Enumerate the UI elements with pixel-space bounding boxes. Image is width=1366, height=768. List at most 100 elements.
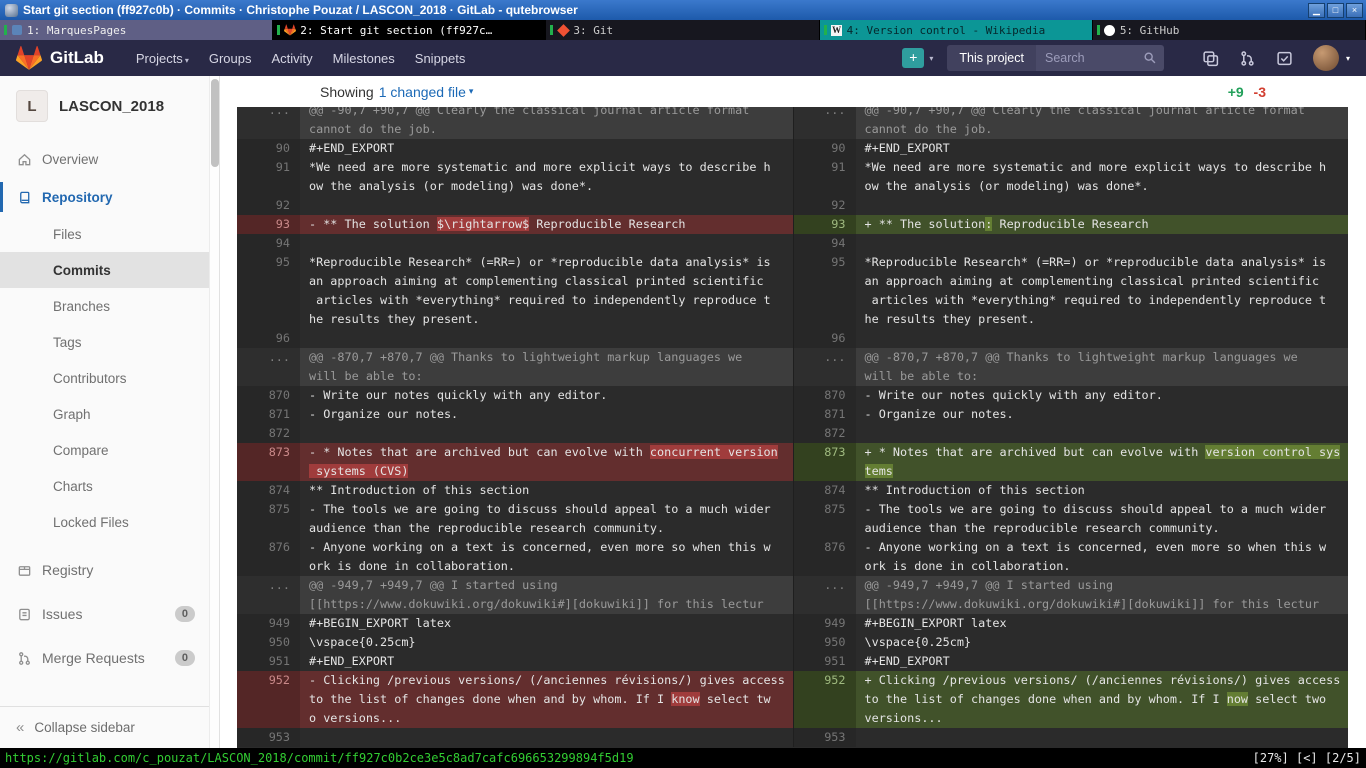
line-number-cell[interactable]: 871 (237, 405, 300, 424)
sidebar-item-files[interactable]: Files (0, 216, 219, 252)
line-number-cell[interactable]: 950 (793, 633, 856, 652)
sidebar-item-contributors[interactable]: Contributors (0, 360, 219, 396)
issues-dashboard-icon[interactable] (1202, 50, 1219, 67)
line-number-cell[interactable]: 951 (793, 652, 856, 671)
sidebar-item-merge-requests[interactable]: Merge Requests 0 (0, 636, 219, 680)
line-number-cell[interactable]: 872 (793, 424, 856, 443)
line-number-cell[interactable]: 94 (237, 234, 300, 253)
collapse-icon: « (16, 719, 24, 736)
line-number-cell[interactable]: 870 (793, 386, 856, 405)
line-number-cell[interactable]: 91 (237, 158, 300, 177)
code-line: articles with *everything* required to i… (300, 291, 793, 310)
line-number-cell[interactable]: 870 (237, 386, 300, 405)
maximize-button[interactable]: □ (1327, 3, 1344, 18)
line-number-cell[interactable]: 952 (793, 671, 856, 690)
line-number-cell[interactable]: 949 (793, 614, 856, 633)
line-number-cell[interactable]: 952 (237, 671, 300, 690)
tab-gitlab-commit[interactable]: 2: Start git section (ff927c… (273, 20, 546, 40)
gitlab-logo[interactable]: GitLab (16, 45, 104, 71)
diff-table: ...@@ -90,7 +90,7 @@ Clearly the classic… (237, 107, 1348, 747)
user-menu[interactable]: ▾ (1313, 45, 1350, 71)
sidebar-item-repository[interactable]: Repository (0, 178, 219, 216)
nav-groups[interactable]: Groups (199, 51, 262, 66)
code-line: audience than the reproducible research … (300, 519, 793, 538)
code-line: - Anyone working on a text is concerned,… (856, 538, 1349, 557)
sidebar-item-compare[interactable]: Compare (0, 432, 219, 468)
tab-github[interactable]: 5: GitHub (1093, 20, 1366, 40)
line-number-cell[interactable]: 875 (237, 500, 300, 519)
line-number-cell[interactable]: 876 (793, 538, 856, 557)
line-number-cell[interactable]: 951 (237, 652, 300, 671)
changed-files-dropdown[interactable]: 1 changed file (379, 84, 466, 100)
line-number-cell[interactable]: 92 (793, 196, 856, 215)
line-number-cell[interactable]: 873 (793, 443, 856, 462)
line-number-cell[interactable]: 872 (237, 424, 300, 443)
code-line: systems (CVS) (300, 462, 793, 481)
line-number-cell[interactable]: 953 (793, 728, 856, 747)
code-line: ow the analysis (or modeling) was done*. (300, 177, 793, 196)
code-line: @@ -90,7 +90,7 @@ Clearly the classical … (856, 107, 1349, 120)
tab-label: 3: Git (573, 24, 613, 37)
nav-snippets[interactable]: Snippets (405, 51, 476, 66)
merge-requests-icon[interactable] (1239, 50, 1256, 67)
minimize-button[interactable]: ▁ (1308, 3, 1325, 18)
line-number-cell[interactable]: 871 (793, 405, 856, 424)
todos-icon[interactable] (1276, 50, 1293, 67)
sidebar-scrollbar[interactable] (209, 76, 219, 748)
code-line: [[https://www.dokuwiki.org/dokuwiki#][do… (300, 595, 793, 614)
new-menu-button[interactable]: + ▾ (902, 48, 933, 68)
sidebar-item-commits[interactable]: Commits (0, 252, 219, 288)
line-number-cell[interactable]: 949 (237, 614, 300, 633)
line-number-cell[interactable]: 950 (237, 633, 300, 652)
sidebar-item-locked-files[interactable]: Locked Files (0, 504, 219, 540)
line-number-cell[interactable]: 90 (793, 139, 856, 158)
line-number-cell[interactable]: 96 (237, 329, 300, 348)
tab-git[interactable]: 3: Git (546, 20, 819, 40)
nav-projects[interactable]: Projects▾ (126, 51, 199, 66)
line-number-cell[interactable]: 93 (237, 215, 300, 234)
sidebar-item-overview[interactable]: Overview (0, 140, 219, 178)
line-number-cell[interactable]: 95 (793, 253, 856, 272)
sidebar-scrollbar-thumb[interactable] (211, 79, 219, 167)
showing-label: Showing (320, 84, 374, 100)
sidebar-item-tags[interactable]: Tags (0, 324, 219, 360)
diff-row: 91*We need are more systematic and more … (237, 158, 1348, 177)
line-number-cell[interactable]: 96 (793, 329, 856, 348)
line-number-cell[interactable]: 93 (793, 215, 856, 234)
line-number-cell[interactable]: 953 (237, 728, 300, 747)
nav-milestones[interactable]: Milestones (323, 51, 405, 66)
search-icon[interactable] (1143, 51, 1157, 65)
line-number-cell (793, 557, 856, 576)
qutebrowser-icon (5, 4, 18, 17)
line-number-cell[interactable]: 90 (237, 139, 300, 158)
line-number-cell[interactable]: 875 (793, 500, 856, 519)
close-button[interactable]: × (1346, 3, 1363, 18)
line-number-cell[interactable]: 874 (237, 481, 300, 500)
code-line: - Write our notes quickly with any edito… (300, 386, 793, 405)
diff-row: o versions...versions... (237, 709, 1348, 728)
diff-row: ow the analysis (or modeling) was done*.… (237, 177, 1348, 196)
line-number-cell[interactable]: 876 (237, 538, 300, 557)
line-number-cell[interactable]: 873 (237, 443, 300, 462)
code-line: *Reproducible Research* (=RR=) or *repro… (300, 253, 793, 272)
repository-icon (16, 190, 32, 205)
sidebar-item-branches[interactable]: Branches (0, 288, 219, 324)
code-line: - ** The solution $\rightarrow$ Reproduc… (300, 215, 793, 234)
line-number-cell[interactable]: 94 (793, 234, 856, 253)
tab-wikipedia[interactable]: W 4: Version control - Wikipedia (820, 20, 1093, 40)
line-number-cell (793, 120, 856, 139)
line-number-cell[interactable]: 95 (237, 253, 300, 272)
nav-activity[interactable]: Activity (261, 51, 322, 66)
code-line (300, 234, 793, 253)
line-number-cell[interactable]: 92 (237, 196, 300, 215)
tab-marquespages[interactable]: 1: MarquesPages (0, 20, 273, 40)
sidebar-item-registry[interactable]: Registry (0, 548, 219, 592)
collapse-sidebar-button[interactable]: « Collapse sidebar (0, 706, 209, 748)
line-number-cell[interactable]: 91 (793, 158, 856, 177)
diff-row: 96 96 (237, 329, 1348, 348)
sidebar-item-issues[interactable]: Issues 0 (0, 592, 219, 636)
line-number-cell[interactable]: 874 (793, 481, 856, 500)
sidebar-item-charts[interactable]: Charts (0, 468, 219, 504)
project-header[interactable]: L LASCON_2018 (0, 76, 219, 134)
sidebar-item-graph[interactable]: Graph (0, 396, 219, 432)
